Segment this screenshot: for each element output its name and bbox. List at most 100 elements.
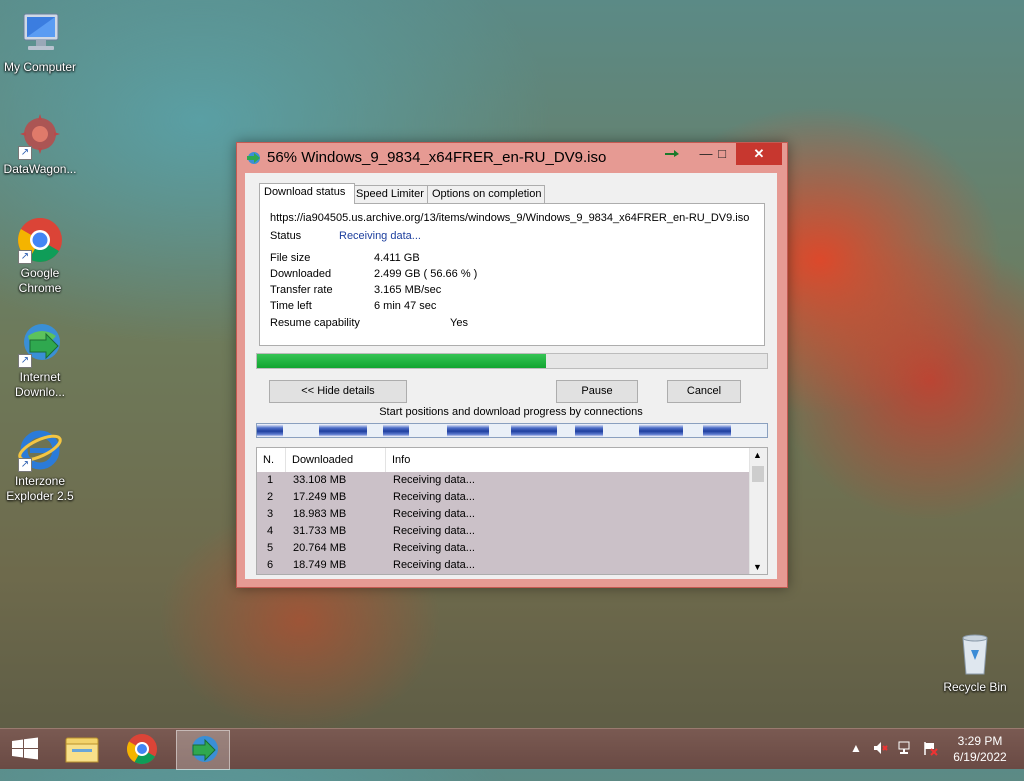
table-scrollbar[interactable]: ▲ ▼	[749, 448, 767, 574]
action-center-flag-icon[interactable]	[922, 740, 938, 780]
row-downloaded: 18.983 MB	[293, 508, 347, 520]
desktop-icon-interzone-exploder[interactable]: ↗ Interzone Exploder 2.5	[0, 424, 80, 504]
desktop-icon-label: My Computer	[3, 60, 77, 74]
table-row[interactable]: 6 18.749 MB Receiving data...	[257, 557, 749, 574]
row-downloaded: 31.733 MB	[293, 525, 347, 537]
connection-segment	[447, 424, 489, 437]
table-row[interactable]: 2 17.249 MB Receiving data...	[257, 489, 749, 506]
window-titlebar[interactable]: 56% Windows_9_9834_x64FRER_en-RU_DV9.iso…	[237, 143, 787, 173]
taskbar-file-explorer[interactable]	[56, 730, 108, 768]
connection-segment	[319, 424, 367, 437]
connection-segment	[703, 424, 731, 437]
connection-segment	[257, 424, 283, 437]
scroll-down-icon[interactable]: ▼	[753, 562, 762, 572]
row-info: Receiving data...	[393, 491, 475, 503]
connections-label: Start positions and download progress by…	[379, 406, 643, 418]
file-size-value: 4.411 GB	[374, 252, 420, 264]
chrome-icon	[126, 734, 157, 765]
row-number: 3	[267, 508, 274, 520]
download-status-panel: https://ia904505.us.archive.org/13/items…	[259, 203, 765, 346]
connection-segment	[511, 424, 557, 437]
row-info: Receiving data...	[393, 474, 475, 486]
desktop-icon-label: DataWagon...	[3, 162, 77, 176]
internet-download-manager-icon: ↗	[16, 320, 64, 368]
close-button[interactable]: ✕	[736, 143, 782, 165]
pause-button[interactable]: Pause	[556, 380, 638, 403]
time-left-value: 6 min 47 sec	[374, 300, 437, 312]
scroll-up-icon[interactable]: ▲	[753, 450, 762, 460]
hide-details-button[interactable]: << Hide details	[269, 380, 407, 403]
internet-download-manager-icon	[192, 736, 218, 762]
download-window[interactable]: 56% Windows_9_9834_x64FRER_en-RU_DV9.iso…	[236, 142, 788, 588]
download-progress-fill	[257, 354, 546, 368]
row-number: 1	[267, 474, 274, 486]
shortcut-arrow-icon: ↗	[18, 250, 32, 264]
status-label: Status	[270, 230, 302, 242]
desktop-icon-my-computer[interactable]: My Computer	[0, 10, 80, 75]
row-info: Receiving data...	[393, 542, 475, 554]
file-explorer-icon	[65, 737, 99, 763]
file-size-label: File size	[270, 252, 311, 264]
internet-explorer-icon: ↗	[16, 424, 64, 472]
row-info: Receiving data...	[393, 508, 475, 520]
desktop-icon-internet-download-manager[interactable]: ↗ Internet Downlo...	[0, 320, 80, 400]
column-header-info[interactable]: Info	[386, 448, 748, 472]
desktop-icon-datawagon[interactable]: ↗ DataWagon...	[0, 112, 80, 177]
connection-segment	[639, 424, 683, 437]
row-info: Receiving data...	[393, 525, 475, 537]
desktop-icon-label: Internet Downlo...	[14, 370, 66, 399]
tab-speed-limiter[interactable]: Speed Limiter	[351, 185, 429, 203]
row-number: 4	[267, 525, 274, 537]
table-row[interactable]: 3 18.983 MB Receiving data...	[257, 506, 749, 523]
column-header-number[interactable]: N.	[257, 448, 286, 472]
table-body: 1 33.108 MB Receiving data... 2 17.249 M…	[257, 472, 749, 574]
connection-segment	[575, 424, 603, 437]
table-row[interactable]: 5 20.764 MB Receiving data...	[257, 540, 749, 557]
connections-progress-bar	[256, 423, 768, 438]
resume-capability-label: Resume capability	[270, 317, 360, 329]
table-header: N. Downloaded Info	[257, 448, 749, 473]
time-left-label: Time left	[270, 300, 312, 312]
desktop-icon-label: Interzone Exploder 2.5	[6, 474, 74, 503]
desktop-icon-recycle-bin[interactable]: Recycle Bin	[935, 630, 1015, 695]
taskbar-internet-download-manager[interactable]	[176, 730, 230, 770]
clock-time: 3:29 PM	[957, 734, 1003, 748]
datawagon-icon: ↗	[16, 112, 64, 160]
my-computer-icon	[16, 10, 64, 58]
tab-options-on-completion[interactable]: Options on completion	[427, 185, 545, 203]
system-clock[interactable]: 3:29 PM 6/19/2022	[940, 733, 1020, 765]
column-header-downloaded[interactable]: Downloaded	[286, 448, 386, 472]
table-row[interactable]: 1 33.108 MB Receiving data...	[257, 472, 749, 489]
clock-date: 6/19/2022	[953, 750, 1007, 764]
status-value: Receiving data...	[339, 230, 421, 242]
transfer-rate-label: Transfer rate	[270, 284, 333, 296]
row-downloaded: 20.764 MB	[293, 542, 347, 554]
volume-muted-icon[interactable]	[872, 740, 888, 780]
row-number: 2	[267, 491, 274, 503]
desktop-icon-label: Recycle Bin	[943, 680, 1007, 694]
connection-segment	[383, 424, 409, 437]
row-downloaded: 33.108 MB	[293, 474, 347, 486]
scrollbar-thumb[interactable]	[752, 466, 764, 482]
shortcut-arrow-icon: ↗	[18, 354, 32, 368]
resume-capability-value: Yes	[450, 317, 468, 329]
tray-overflow-arrow[interactable]: ▲	[850, 741, 862, 781]
cancel-button[interactable]: Cancel	[667, 380, 741, 403]
start-button[interactable]	[0, 730, 52, 768]
network-icon[interactable]	[898, 740, 914, 780]
shortcut-arrow-icon: ↗	[18, 146, 32, 160]
desktop-icon-google-chrome[interactable]: ↗ Google Chrome	[0, 216, 80, 296]
table-row[interactable]: 4 31.733 MB Receiving data...	[257, 523, 749, 540]
maximize-button[interactable]: □	[707, 143, 737, 165]
row-info: Receiving data...	[393, 559, 475, 571]
row-downloaded: 18.749 MB	[293, 559, 347, 571]
tab-download-status[interactable]: Download status	[259, 183, 355, 204]
taskbar-chrome[interactable]	[116, 730, 168, 768]
download-speed-icon[interactable]	[657, 143, 687, 165]
shortcut-arrow-icon: ↗	[18, 458, 32, 472]
download-url: https://ia904505.us.archive.org/13/items…	[270, 212, 750, 224]
connections-table[interactable]: N. Downloaded Info 1 33.108 MB Receiving…	[256, 447, 768, 575]
downloaded-value: 2.499 GB ( 56.66 % )	[374, 268, 478, 280]
desktop-icon-label: Google Chrome	[18, 266, 62, 295]
window-title: 56% Windows_9_9834_x64FRER_en-RU_DV9.iso	[267, 149, 607, 166]
